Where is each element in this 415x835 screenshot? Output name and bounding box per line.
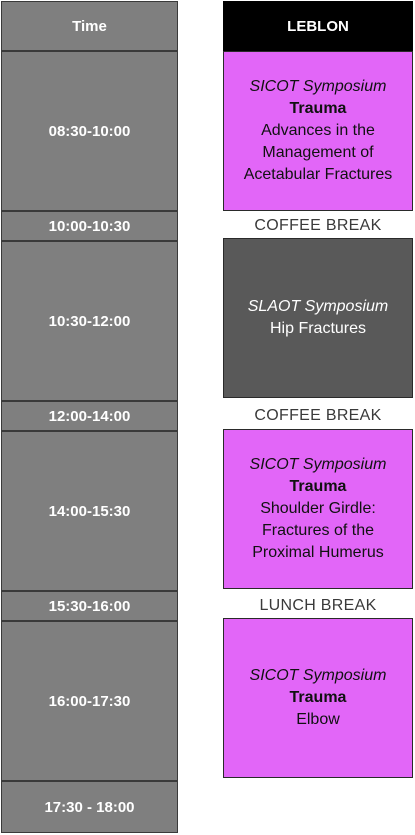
session-kind: SICOT Symposium xyxy=(249,78,387,95)
session-title-line: Fractures of the xyxy=(261,522,375,539)
session-sicot-acetabular: SICOT Symposium Trauma Advances in the M… xyxy=(223,51,413,211)
session-title-line: Management of xyxy=(262,144,374,161)
time-column-header: Time xyxy=(1,1,178,51)
venue-header-leblon: LEBLON xyxy=(223,1,413,51)
coffee-break-label: COFFEE BREAK xyxy=(254,407,382,424)
lunch-break-label: LUNCH BREAK xyxy=(259,597,377,614)
time-slot-4: 12:00-14:00 xyxy=(1,401,178,431)
time-slot-2: 10:00-10:30 xyxy=(1,211,178,241)
session-kind: SLAOT Symposium xyxy=(247,298,389,315)
session-title-line: Proximal Humerus xyxy=(252,544,384,561)
session-topic: Trauma xyxy=(289,478,347,495)
session-title-line: Acetabular Fractures xyxy=(243,166,393,183)
session-sicot-humerus: SICOT Symposium Trauma Shoulder Girdle: … xyxy=(223,429,413,589)
session-topic: Trauma xyxy=(289,100,347,117)
time-slot-8: 17:30 - 18:00 xyxy=(1,781,178,833)
time-slot-1: 08:30-10:00 xyxy=(1,51,178,211)
session-kind: SICOT Symposium xyxy=(249,667,387,684)
session-kind: SICOT Symposium xyxy=(249,456,387,473)
time-slot-5: 14:00-15:30 xyxy=(1,431,178,591)
session-title-line: Hip Fractures xyxy=(269,320,367,337)
time-slot-6: 15:30-16:00 xyxy=(1,591,178,621)
session-sicot-elbow: SICOT Symposium Trauma Elbow xyxy=(223,618,413,778)
session-title-line: Shoulder Girdle: xyxy=(260,500,376,517)
session-title-line: Advances in the xyxy=(261,122,375,139)
time-slot-7: 16:00-17:30 xyxy=(1,621,178,781)
session-slaot-hip: SLAOT Symposium Hip Fractures xyxy=(223,238,413,398)
coffee-break-label: COFFEE BREAK xyxy=(254,217,382,234)
session-title-line: Elbow xyxy=(296,711,340,728)
time-slot-3: 10:30-12:00 xyxy=(1,241,178,401)
session-topic: Trauma xyxy=(289,689,347,706)
